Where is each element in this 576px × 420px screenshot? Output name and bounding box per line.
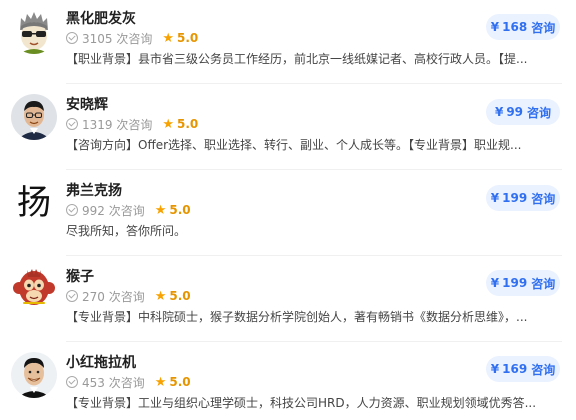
divider xyxy=(66,341,562,342)
consult-label: 咨询 xyxy=(531,20,556,35)
cartoon-boy-sunglasses-icon[interactable] xyxy=(11,8,57,54)
verified-check-icon xyxy=(66,290,78,302)
rating-value: 5.0 xyxy=(177,31,199,45)
price-value: 199 xyxy=(502,191,528,205)
avatar-character: 扬 xyxy=(17,183,51,223)
expert-card[interactable]: 安晓辉 1319 次咨询 ★ 5.0 【咨询方向】Offer选择、职业选择、转行… xyxy=(0,86,576,170)
star-icon: ★ xyxy=(154,374,167,390)
expert-stats: 992 次咨询 ★ 5.0 xyxy=(66,202,191,218)
expert-list: 黑化肥发灰 3105 次咨询 ★ 5.0 【职业背景】县市省三级公务员工作经历，… xyxy=(0,0,576,420)
expert-name[interactable]: 黑化肥发灰 xyxy=(66,8,136,28)
consult-label: 咨询 xyxy=(531,276,556,291)
star-icon: ★ xyxy=(162,116,175,132)
expert-stats: 1319 次咨询 ★ 5.0 xyxy=(66,116,198,132)
expert-name[interactable]: 小红拖拉机 xyxy=(66,352,136,372)
expert-name[interactable]: 猴子 xyxy=(66,266,94,286)
price-value: 99 xyxy=(506,105,524,119)
consult-count: 270 次咨询 xyxy=(82,289,145,304)
consult-count: 3105 次咨询 xyxy=(82,31,153,46)
man-glasses-photo-icon[interactable] xyxy=(11,94,57,140)
verified-check-icon xyxy=(66,204,78,216)
consult-price-button[interactable]: ¥ 169 咨询 xyxy=(486,356,560,382)
consult-count: 453 次咨询 xyxy=(82,375,145,390)
rating-value: 5.0 xyxy=(169,289,191,303)
consult-price-button[interactable]: ¥ 168 咨询 xyxy=(486,14,560,40)
currency-symbol: ¥ xyxy=(490,191,500,205)
expert-description: 【专业背景】工业与组织心理学硕士，科技公司HRD，人力资源、职业规划领域优秀答.… xyxy=(66,396,537,410)
rating-value: 5.0 xyxy=(169,375,191,389)
currency-symbol: ¥ xyxy=(490,276,500,290)
expert-card[interactable]: 黑化肥发灰 3105 次咨询 ★ 5.0 【职业背景】县市省三级公务员工作经历，… xyxy=(0,0,576,84)
consult-price-button[interactable]: ¥ 199 咨询 xyxy=(486,270,560,296)
consult-price-button[interactable]: ¥ 99 咨询 xyxy=(486,99,560,125)
expert-description: 【咨询方向】Offer选择、职业选择、转行、副业、个人成长等。【专业背景】职业规… xyxy=(66,138,522,152)
expert-stats: 453 次咨询 ★ 5.0 xyxy=(66,374,191,390)
expert-description: 【专业背景】中科院硕士，猴子数据分析学院创始人，著有畅销书《数据分析思维》，..… xyxy=(66,310,528,324)
expert-stats: 270 次咨询 ★ 5.0 xyxy=(66,288,191,304)
consult-count: 992 次咨询 xyxy=(82,203,145,218)
expert-description: 【职业背景】县市省三级公务员工作经历，前北京一线纸媒记者、高校行政人员。【提..… xyxy=(66,52,528,66)
verified-check-icon xyxy=(66,32,78,44)
monkey-mascot-icon[interactable] xyxy=(11,266,57,312)
consult-label: 咨询 xyxy=(531,191,556,206)
consult-label: 咨询 xyxy=(531,362,556,377)
calligraphy-character-icon[interactable]: 扬 xyxy=(11,180,57,226)
star-icon: ★ xyxy=(162,30,175,46)
price-value: 169 xyxy=(502,362,528,376)
expert-name[interactable]: 弗兰克扬 xyxy=(66,180,122,200)
rating-value: 5.0 xyxy=(177,117,199,131)
price-value: 168 xyxy=(502,20,528,34)
consult-label: 咨询 xyxy=(527,105,552,120)
expert-card[interactable]: 扬 弗兰克扬 992 次咨询 ★ 5.0 尽我所知，答你所问。 ¥ 199 咨询 xyxy=(0,172,576,256)
currency-symbol: ¥ xyxy=(490,362,500,376)
star-icon: ★ xyxy=(154,202,167,218)
expert-card[interactable]: 猴子 270 次咨询 ★ 5.0 【专业背景】中科院硕士，猴子数据分析学院创始人… xyxy=(0,258,576,342)
rating-value: 5.0 xyxy=(169,203,191,217)
expert-card[interactable]: 小红拖拉机 453 次咨询 ★ 5.0 【专业背景】工业与组织心理学硕士，科技公… xyxy=(0,344,576,420)
currency-symbol: ¥ xyxy=(494,105,504,119)
consult-price-button[interactable]: ¥ 199 咨询 xyxy=(486,185,560,211)
verified-check-icon xyxy=(66,118,78,130)
expert-description: 尽我所知，答你所问。 xyxy=(66,224,187,238)
currency-symbol: ¥ xyxy=(490,20,500,34)
star-icon: ★ xyxy=(154,288,167,304)
price-value: 199 xyxy=(502,276,528,290)
smiling-man-photo-icon[interactable] xyxy=(11,352,57,398)
divider xyxy=(66,169,562,170)
expert-stats: 3105 次咨询 ★ 5.0 xyxy=(66,30,198,46)
consult-count: 1319 次咨询 xyxy=(82,117,153,132)
divider xyxy=(66,83,562,84)
verified-check-icon xyxy=(66,376,78,388)
divider xyxy=(66,255,562,256)
expert-name[interactable]: 安晓辉 xyxy=(66,94,108,114)
